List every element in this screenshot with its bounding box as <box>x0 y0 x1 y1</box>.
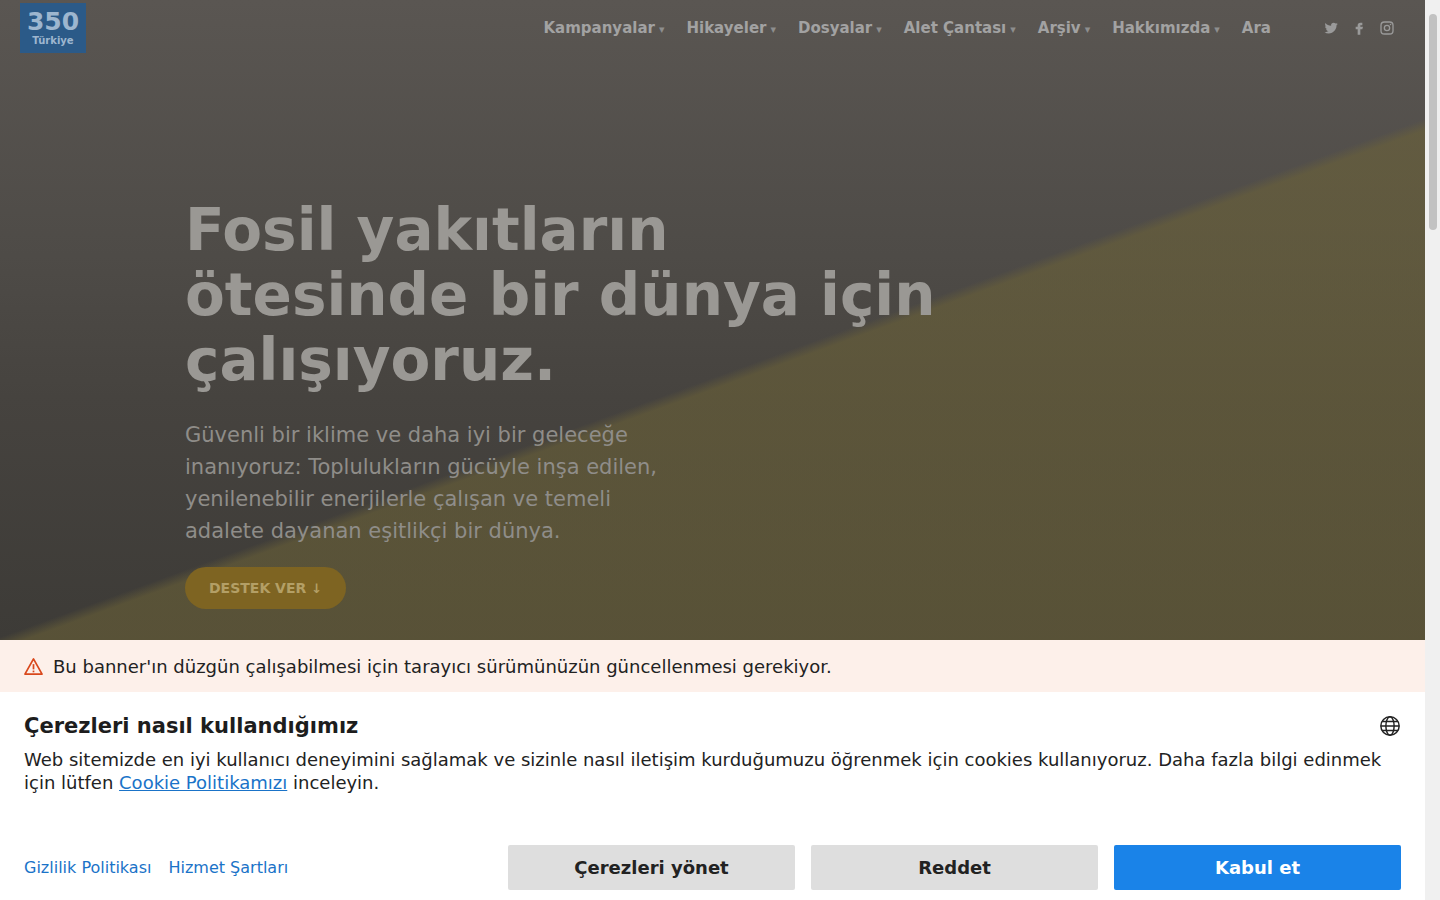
instagram-icon[interactable] <box>1379 20 1395 36</box>
main-nav: Kampanyalar▾ Hikayeler▾ Dosyalar▾ Alet Çant… <box>543 19 1395 37</box>
cookie-policy-link[interactable]: Cookie Politikamızı <box>119 772 287 793</box>
nav-item[interactable]: Hakkımızda▾ <box>1112 19 1220 37</box>
nav-item[interactable]: Hikayeler▾ <box>686 19 776 37</box>
caret-icon: ▾ <box>659 23 665 36</box>
scrollbar-thumb[interactable] <box>1429 14 1437 230</box>
cookie-title: Çerezleri nasıl kullandığımız <box>24 714 358 738</box>
site-header: 350Türkiye Kampanyalar▾ Hikayeler▾ Dosyalar… <box>0 0 1425 56</box>
logo-number: 350 <box>27 9 79 35</box>
browser-warning: Bu banner'ın düzgün çalışabilmesi için t… <box>0 640 1425 692</box>
page: 350Türkiye Kampanyalar▾ Hikayeler▾ Dosyalar… <box>0 0 1440 900</box>
nav-item[interactable]: Ara <box>1242 19 1271 37</box>
cookie-button[interactable]: Kabul et <box>1114 845 1401 890</box>
cookie-banner: Bu banner'ın düzgün çalışabilmesi için t… <box>0 640 1425 900</box>
cookie-header: Çerezleri nasıl kullandığımız <box>24 714 1401 738</box>
hero: 350Türkiye Kampanyalar▾ Hikayeler▾ Dosyalar… <box>0 0 1425 640</box>
caret-icon: ▾ <box>876 23 882 36</box>
main-column: 350Türkiye Kampanyalar▾ Hikayeler▾ Dosyalar… <box>0 0 1425 900</box>
nav-item[interactable]: Alet Çantası▾ <box>904 19 1016 37</box>
globe-icon[interactable] <box>1379 715 1401 737</box>
nav-item[interactable]: Kampanyalar▾ <box>543 19 664 37</box>
caret-icon: ▾ <box>770 23 776 36</box>
caret-icon: ▾ <box>1085 23 1091 36</box>
facebook-icon[interactable] <box>1351 20 1367 36</box>
nav-item[interactable]: Dosyalar▾ <box>798 19 882 37</box>
caret-icon: ▾ <box>1214 23 1220 36</box>
legal-link[interactable]: Hizmet Şartları <box>168 858 288 877</box>
cookie-footer: Gizlilik Politikası Hizmet Şartları Çerezl… <box>24 845 1401 890</box>
caret-icon: ▾ <box>1010 23 1016 36</box>
hero-content: Fosil yakıtların ötesinde bir dünya için… <box>0 56 1425 609</box>
support-button[interactable]: DESTEK VER ↓ <box>185 567 346 609</box>
arrow-down-icon: ↓ <box>311 581 322 596</box>
social-links <box>1323 20 1395 36</box>
warning-text: Bu banner'ın düzgün çalışabilmesi için t… <box>53 656 832 677</box>
cookie-button[interactable]: Çerezleri yönet <box>508 845 795 890</box>
cookie-text: Web sitemizde en iyi kullanıcı deneyimin… <box>24 748 1401 794</box>
legal-links: Gizlilik Politikası Hizmet Şartları <box>24 858 288 877</box>
nav-item[interactable]: Arşiv▾ <box>1038 19 1090 37</box>
hero-text: Güvenli bir iklime ve daha iyi bir gelec… <box>185 419 695 547</box>
cookie-panel: Çerezleri nasıl kullandığımız Web sitemiz… <box>0 692 1425 900</box>
warning-icon <box>24 657 43 676</box>
cookie-button[interactable]: Reddet <box>811 845 1098 890</box>
hero-title: Fosil yakıtların ötesinde bir dünya için… <box>185 198 945 393</box>
twitter-icon[interactable] <box>1323 20 1339 36</box>
logo[interactable]: 350Türkiye <box>20 3 86 53</box>
logo-country: Türkiye <box>32 35 73 47</box>
cookie-buttons: Çerezleri yönet Reddet Kabul et <box>508 845 1401 890</box>
legal-link[interactable]: Gizlilik Politikası <box>24 858 151 877</box>
scrollbar[interactable] <box>1425 0 1440 900</box>
